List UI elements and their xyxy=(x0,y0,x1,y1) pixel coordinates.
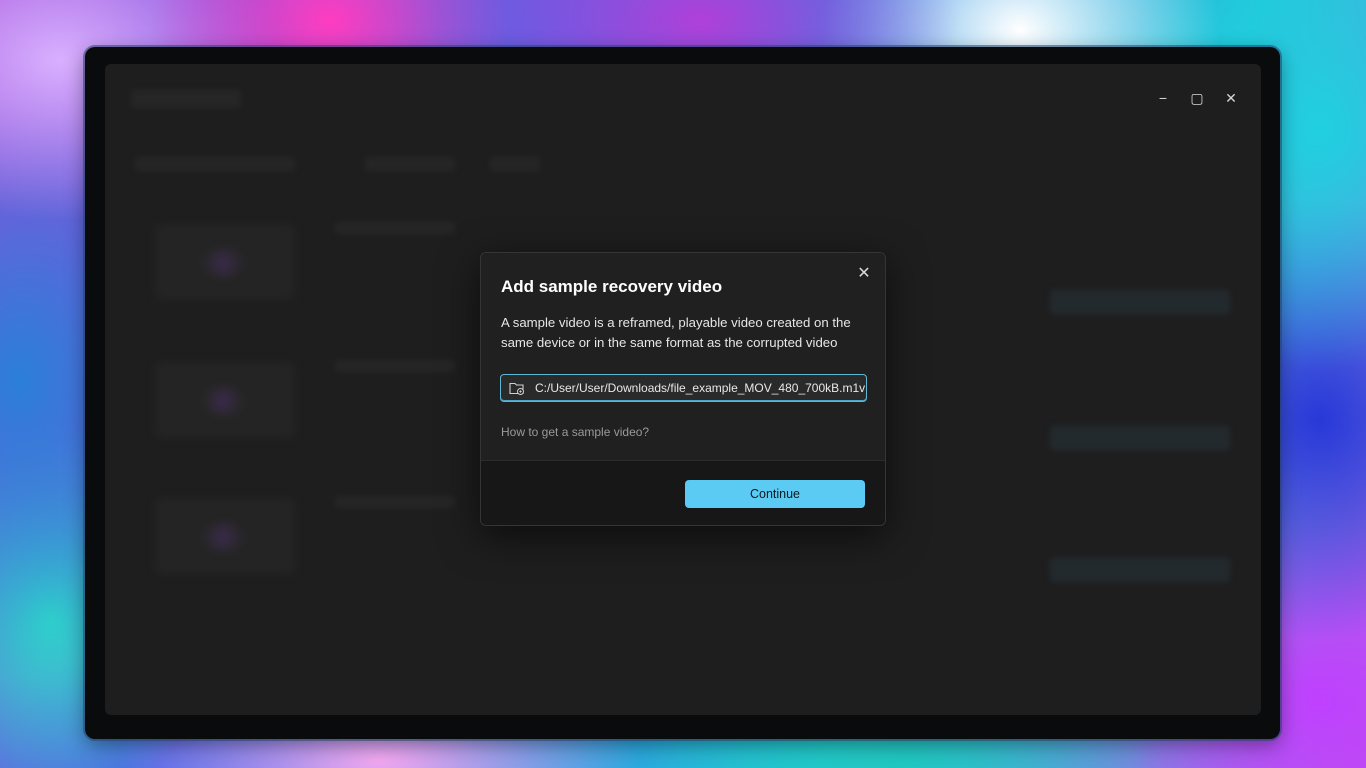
dialog-close-button[interactable]: ✕ xyxy=(855,265,873,283)
continue-button[interactable]: Continue xyxy=(685,480,865,508)
sample-video-path-field[interactable]: C:/User/User/Downloads/file_example_MOV_… xyxy=(500,374,867,402)
sample-video-help-link[interactable]: How to get a sample video? xyxy=(501,425,649,439)
sample-video-dialog: ✕ Add sample recovery video A sample vid… xyxy=(480,252,886,526)
dialog-description: A sample video is a reframed, playable v… xyxy=(501,315,851,350)
dialog-title: Add sample recovery video xyxy=(501,277,723,296)
path-value: C:/User/User/Downloads/file_example_MOV_… xyxy=(535,381,866,395)
dialog-footer: Continue xyxy=(481,460,885,525)
dialog-body: ✕ Add sample recovery video A sample vid… xyxy=(481,253,885,460)
folder-icon[interactable] xyxy=(509,381,525,395)
